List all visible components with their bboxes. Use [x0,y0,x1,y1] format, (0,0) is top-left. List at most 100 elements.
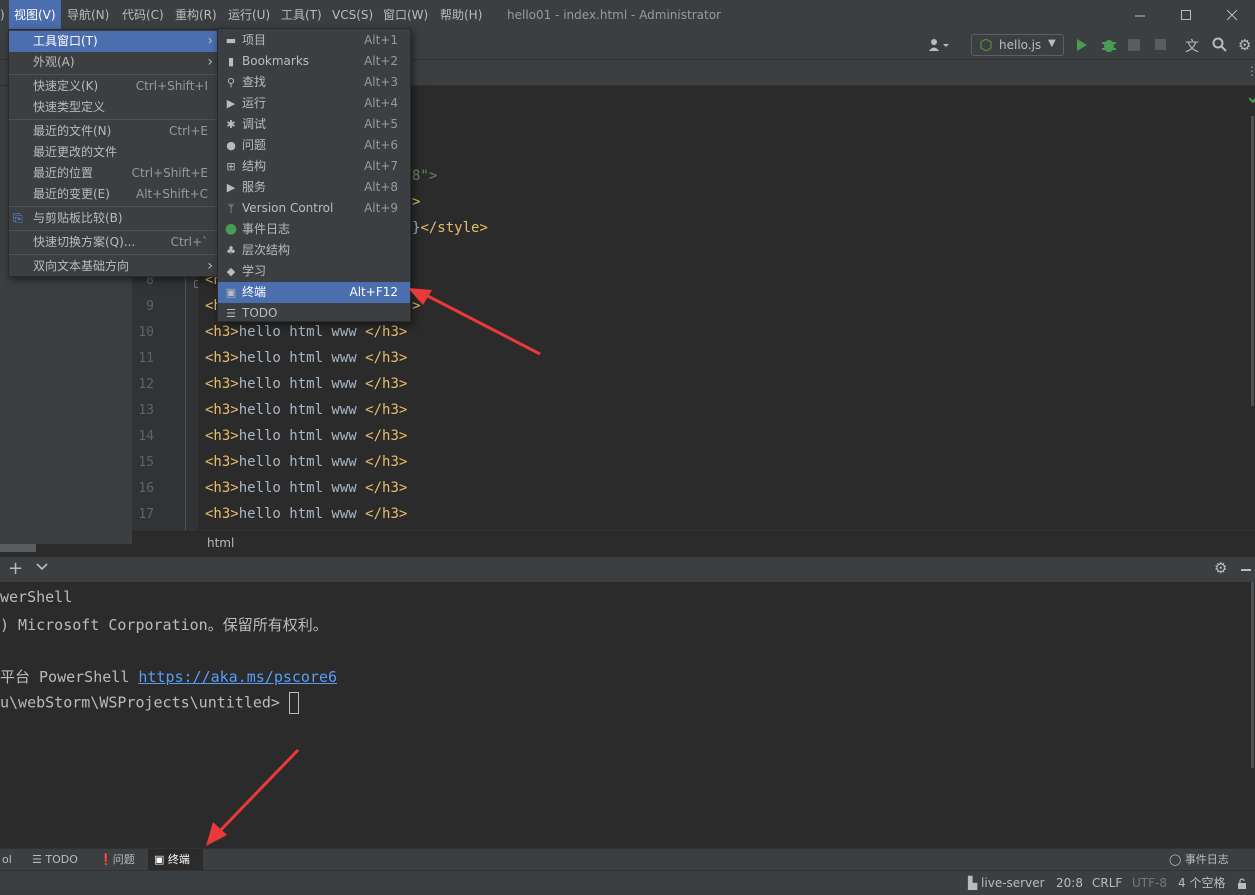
tool-window-item[interactable]: ⚲ 查找 Alt+3 [218,72,410,93]
view-menu-item[interactable]: 快速类型定义 [9,97,217,118]
view-menu-item[interactable]: 最近的位置 Ctrl+Shift+E [9,163,217,184]
menu-item-label: 最近的位置 [33,166,94,180]
coverage-icon[interactable] [1127,38,1141,55]
menu-item-label: 外观(A) [33,55,75,69]
breadcrumb-item[interactable]: html [207,536,234,550]
tool-window-item[interactable]: ✱ 调试 Alt+5 [218,114,410,135]
menu-item-label: 与剪贴板比较(B) [33,211,123,225]
style-close-fragment: }</style> [412,220,488,236]
tool-window-item[interactable]: ▣ 终端 Alt+F12 [218,282,410,303]
menu-tools[interactable]: 工具(T) [281,0,322,30]
terminal-panel[interactable]: werShell ) Microsoft Corporation。保留所有权利。… [0,582,1255,848]
pscore-link[interactable]: https://aka.ms/pscore6 [138,668,337,686]
menu-item-label: 层次结构 [242,243,291,257]
menu-window[interactable]: 窗口(W) [383,0,428,30]
menu-navigate[interactable]: 导航(N) [67,0,109,30]
chevron-down-icon[interactable] [36,561,48,576]
menu-item-shortcut: Alt+2 [364,54,398,68]
menu-item-label: 查找 [242,75,267,89]
code-line: <h3>hello html www </h3> [205,350,408,366]
terminal-header: + ⚙ [0,556,1255,582]
tool-window-item[interactable]: ▬ 项目 Alt+1 [218,30,410,51]
menu-item-label: 双向文本基础方向 [33,259,130,273]
menu-code[interactable]: 代码(C) [122,0,164,30]
view-menu-item[interactable]: 最近的变更(E) Alt+Shift+C [9,184,217,205]
strip-todo[interactable]: ☰ TODO [26,849,84,871]
search-icon: ⚲ [226,76,236,89]
view-menu-item[interactable]: 最近更改的文件 [9,142,217,163]
view-menu-item[interactable]: 外观(A) › [9,52,217,73]
menu-help[interactable]: 帮助(H) [440,0,482,30]
hide-icon[interactable] [1241,569,1251,571]
more-icon[interactable]: ⋮ [1246,64,1255,78]
nodejs-icon [980,38,992,52]
menu-item-shortcut: Alt+1 [364,33,398,47]
translate-icon[interactable]: 文 [1185,36,1199,56]
minimize-icon[interactable] [1117,0,1163,30]
code-line: <h3>hello html www </h3> [205,454,408,470]
panel-scrollbar[interactable] [0,544,36,552]
tool-window-item[interactable]: ● 问题 Alt+6 [218,135,410,156]
status-position[interactable]: 20:8 [1056,871,1083,895]
line-number: 12 [138,377,154,392]
menu-item-shortcut: Alt+5 [364,117,398,131]
menu-run[interactable]: 运行(U) [228,0,270,30]
line-number: 17 [138,507,154,522]
line-number: 14 [138,429,154,444]
user-icon[interactable] [928,37,952,53]
search-icon[interactable] [1212,37,1228,56]
view-menu-item[interactable]: ⎘ 与剪贴板比较(B) [9,208,217,229]
view-menu-item[interactable]: 工具窗口(T) › [9,31,217,52]
tool-window-item[interactable]: ☰ TODO [218,303,410,324]
code-line: <h3>hello html www </h3> [205,428,408,444]
close-icon[interactable] [1209,0,1255,30]
tool-window-item[interactable]: ▶ 运行 Alt+4 [218,93,410,114]
lock-icon[interactable] [1236,871,1248,895]
menu-refactor[interactable]: 重构(R) [175,0,217,30]
stop-icon[interactable] [1155,39,1167,54]
line-number: 13 [138,403,154,418]
strip-terminal[interactable]: ▣ 终端 [148,849,203,871]
status-server[interactable]: ▙ live-server [968,871,1045,895]
view-menu-item[interactable]: 双向文本基础方向 › [9,256,217,277]
gear-icon[interactable]: ⚙ [1214,559,1227,577]
gear-icon[interactable]: ⚙ [1238,36,1251,54]
view-menu-item[interactable]: 快速切换方案(Q)... Ctrl+` [9,232,217,253]
menu-item-label: Version Control [242,201,334,215]
structure-icon: ⊞ [226,160,236,173]
services-icon: ▶ [226,181,236,194]
menu-item-clipped[interactable]: ) [0,0,8,30]
tool-window-item[interactable]: ▮ Bookmarks Alt+2 [218,51,410,72]
tool-window-item[interactable]: ▶ 服务 Alt+8 [218,177,410,198]
add-tab-icon[interactable]: + [8,558,23,579]
tool-window-item[interactable]: ⊞ 结构 Alt+7 [218,156,410,177]
editor-scrollbar[interactable] [1243,86,1255,530]
terminal-scrollbar[interactable] [1243,582,1255,848]
code-line: <h3>hello html www </h3> [205,402,408,418]
tool-window-item[interactable]: ● 事件日志 [218,219,410,240]
debug-icon[interactable] [1101,37,1117,56]
menu-separator [9,206,217,207]
strip-problems[interactable]: ❗问题 [93,849,141,871]
menu-item-label: 最近的变更(E) [33,187,110,201]
menu-vcs[interactable]: VCS(S) [332,0,373,30]
tool-window-item[interactable]: ᛘ Version Control Alt+9 [218,198,410,219]
problems-icon: ● [226,139,236,152]
breadcrumb: html [132,530,1255,556]
menu-separator [9,230,217,231]
status-encoding[interactable]: UTF-8 [1132,871,1167,895]
tool-window-item[interactable]: ♣ 层次结构 [218,240,410,261]
status-indent[interactable]: 4 个空格 [1178,871,1225,895]
strip-item-partial[interactable]: ol [0,849,14,871]
scroll-thumb[interactable] [1251,116,1254,406]
view-menu-item[interactable]: 最近的文件(N) Ctrl+E [9,121,217,142]
view-menu-item[interactable]: 快速定义(K) Ctrl+Shift+I [9,76,217,97]
maximize-icon[interactable] [1163,0,1209,30]
run-icon[interactable] [1076,38,1088,55]
tool-window-item[interactable]: ◆ 学习 [218,261,410,282]
menu-view[interactable]: 视图(V) [9,0,61,30]
line-number: 15 [138,455,154,470]
status-line-separator[interactable]: CRLF [1092,871,1122,895]
strip-event-log[interactable]: ◯ 事件日志 [1165,849,1233,871]
run-config-select[interactable]: hello.js ▼ [971,34,1064,56]
